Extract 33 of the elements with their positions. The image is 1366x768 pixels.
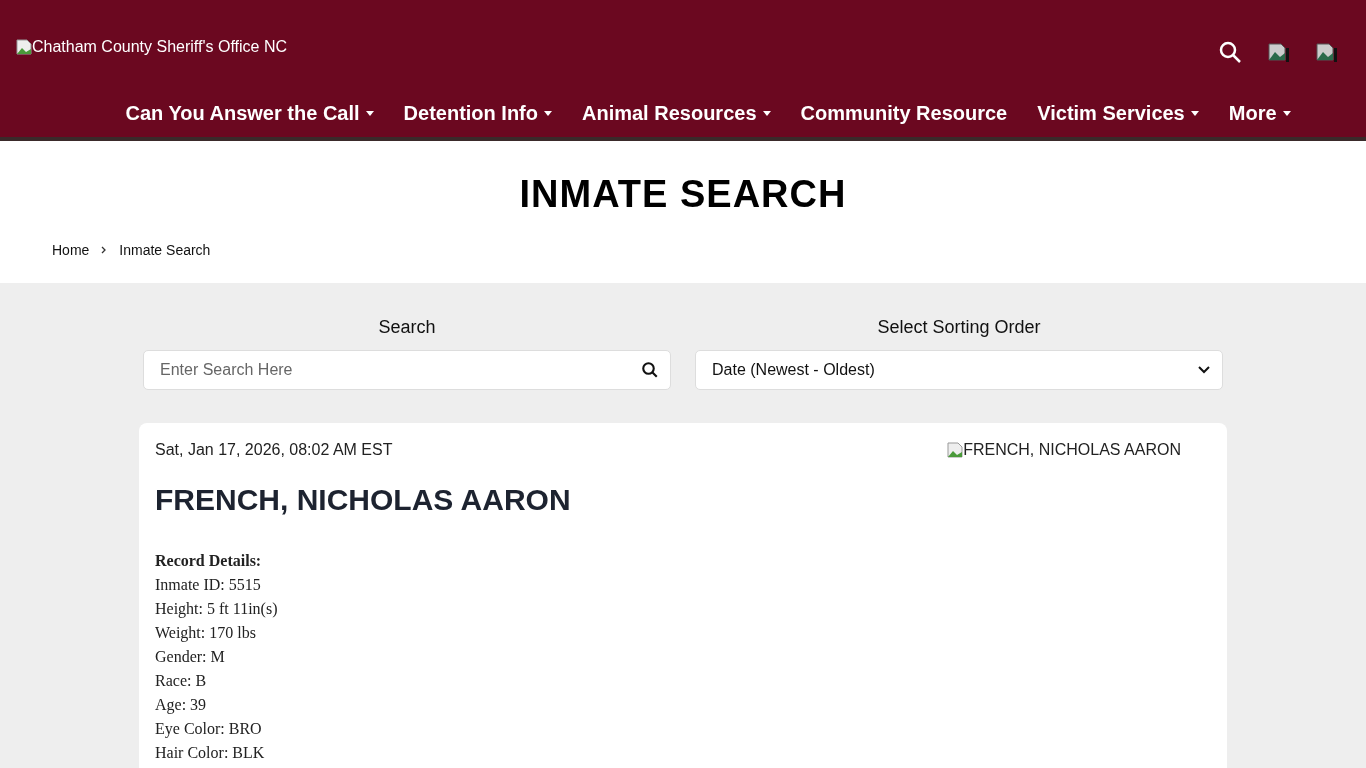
- page-title: INMATE SEARCH: [518, 173, 848, 216]
- record-date: Sat, Jan 17, 2026, 08:02 AM EST: [155, 441, 393, 459]
- broken-image-icon[interactable]: [1268, 42, 1290, 62]
- detail-line: Race: B: [155, 671, 208, 691]
- breadcrumb-current-page: Inmate Search: [119, 242, 211, 258]
- nav-menu-item[interactable]: Animal Resources: [582, 102, 771, 125]
- search-label: Search: [378, 317, 436, 338]
- detail-line: Age: 39: [155, 695, 208, 716]
- detail-line: Eye Color: BRO: [155, 719, 263, 740]
- detail-line: Height: 5 ft 11in(s): [155, 599, 279, 620]
- nav-menu-item[interactable]: Community Resource: [800, 102, 1008, 125]
- chevron-icon: [101, 246, 108, 254]
- nav-menu-item[interactable]: Can You Answer the Call: [125, 102, 374, 125]
- detail-line: Weight: 170 lbs: [155, 623, 257, 644]
- nav-menu-item[interactable]: More: [1228, 102, 1291, 125]
- details-heading: Record Details:: [155, 551, 263, 571]
- broken-image-icon: [16, 39, 32, 55]
- search-icon[interactable]: [641, 361, 659, 379]
- sort-dropdown[interactable]: Date (Newest - Oldest): [695, 350, 1223, 390]
- broken-image-icon[interactable]: [1316, 42, 1338, 62]
- nav-menu-item[interactable]: Victim Services: [1037, 102, 1199, 125]
- detail-line: Gender: M: [155, 647, 226, 667]
- logo-link[interactable]: Chatham County Sheriff's Office NC: [16, 38, 287, 56]
- sort-label: Select Sorting Order: [877, 317, 1041, 338]
- inmate-name: FRENCH, NICHOLAS AARON: [155, 483, 572, 517]
- inmate-photo: FRENCH, NICHOLAS AARON: [947, 441, 1181, 459]
- nav-menu-item[interactable]: Detention Info: [403, 102, 552, 125]
- search-icon[interactable]: [1218, 40, 1242, 64]
- detail-line: Hair Color: BLK: [155, 743, 266, 763]
- search-field[interactable]: Enter Search Here: [143, 350, 671, 390]
- breadcrumb-link[interactable]: Home: [52, 242, 90, 258]
- chevron-down-icon: [1198, 366, 1210, 374]
- detail-line: Inmate ID: 5515: [155, 575, 262, 595]
